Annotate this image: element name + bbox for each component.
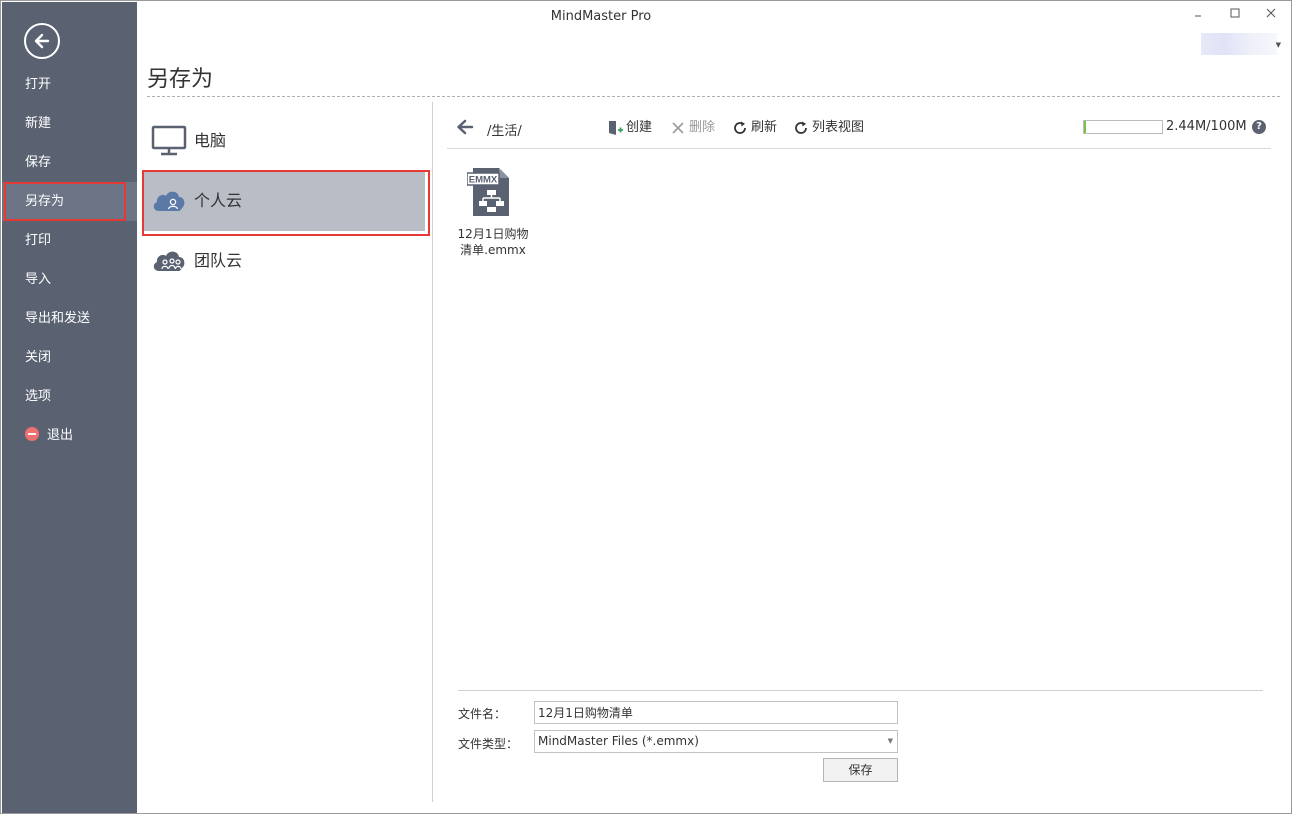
- arrow-left-icon: [34, 33, 50, 49]
- maximize-icon: [1230, 8, 1240, 18]
- arrow-left-icon: [457, 119, 474, 135]
- window-title: MindMaster Pro: [550, 9, 652, 24]
- emmx-file-badge: EMMX: [469, 175, 498, 186]
- save-button[interactable]: 保存: [823, 758, 898, 782]
- delete-button[interactable]: 删除: [670, 118, 715, 138]
- storage-usage-fill: [1084, 121, 1086, 133]
- list-view-button[interactable]: 列表视图: [793, 118, 864, 138]
- folder-back-button[interactable]: [455, 118, 475, 136]
- exit-icon: [25, 427, 39, 441]
- refresh-icon: [795, 121, 807, 134]
- location-computer[interactable]: 电脑: [143, 111, 425, 171]
- filetype-label: 文件类型：: [458, 737, 519, 751]
- user-account-menu[interactable]: ▼: [1201, 33, 1281, 57]
- nav-item-exit[interactable]: 退出: [2, 416, 137, 455]
- current-path: /生活/: [487, 124, 522, 139]
- filename-label: 文件名：: [458, 707, 507, 721]
- location-personal-cloud[interactable]: 个人云: [142, 170, 430, 236]
- filetype-select[interactable]: MindMaster Files (*.emmx) ▼: [534, 730, 898, 753]
- back-button[interactable]: [24, 23, 60, 59]
- minimize-icon: [1195, 15, 1201, 17]
- file-name: 12月1日购物清单.emmx: [457, 227, 529, 257]
- nav-item-import[interactable]: 导入: [2, 260, 137, 299]
- panel-divider: [432, 102, 433, 802]
- help-icon[interactable]: ?: [1252, 120, 1266, 134]
- close-icon: [1266, 8, 1276, 18]
- left-nav: 打开 新建 保存 另存为 打印 导入 导出和发送 关闭 选项 退出: [2, 2, 137, 813]
- storage-usage-bar: [1083, 120, 1163, 134]
- toolbar-divider: [447, 148, 1271, 149]
- title-divider: [147, 96, 1280, 97]
- refresh-button[interactable]: 刷新: [732, 118, 777, 138]
- new-folder-icon: [609, 121, 623, 135]
- create-folder-button[interactable]: 创建: [607, 118, 652, 138]
- maximize-button[interactable]: [1225, 5, 1245, 25]
- nav-item-print[interactable]: 打印: [2, 221, 137, 260]
- nav-item-new[interactable]: 新建: [2, 104, 137, 143]
- emmx-file-icon: EMMX: [467, 168, 509, 216]
- chevron-down-icon: ▼: [1275, 41, 1281, 49]
- storage-usage-text: 2.44M/100M: [1166, 119, 1247, 134]
- delete-icon: [672, 122, 684, 134]
- monitor-icon: [151, 125, 187, 156]
- nav-item-export-send[interactable]: 导出和发送: [2, 299, 137, 338]
- nav-item-save-as[interactable]: 另存为: [2, 182, 137, 221]
- chevron-down-icon: ▼: [887, 737, 893, 745]
- filename-input[interactable]: [534, 701, 898, 724]
- team-cloud-icon: [153, 251, 185, 271]
- nav-item-open[interactable]: 打开: [2, 65, 137, 104]
- app-window: 打开 新建 保存 另存为 打印 导入 导出和发送 关闭 选项 退出 MindMa…: [0, 0, 1292, 814]
- file-item[interactable]: EMMX 12月1日购物清单.emmx: [453, 164, 533, 264]
- close-button[interactable]: [1261, 5, 1281, 25]
- nav-item-close[interactable]: 关闭: [2, 338, 137, 377]
- refresh-icon: [734, 121, 746, 134]
- filetype-selected-value: MindMaster Files (*.emmx): [538, 734, 699, 748]
- minimize-button[interactable]: [1188, 5, 1208, 25]
- personal-cloud-icon: [153, 191, 185, 211]
- form-divider: [458, 690, 1263, 691]
- location-team-cloud[interactable]: 团队云: [143, 231, 425, 291]
- nav-item-options[interactable]: 选项: [2, 377, 137, 416]
- selection-highlight: [4, 182, 126, 221]
- page-title: 另存为: [147, 67, 214, 92]
- avatar: [1201, 33, 1277, 55]
- nav-item-save[interactable]: 保存: [2, 143, 137, 182]
